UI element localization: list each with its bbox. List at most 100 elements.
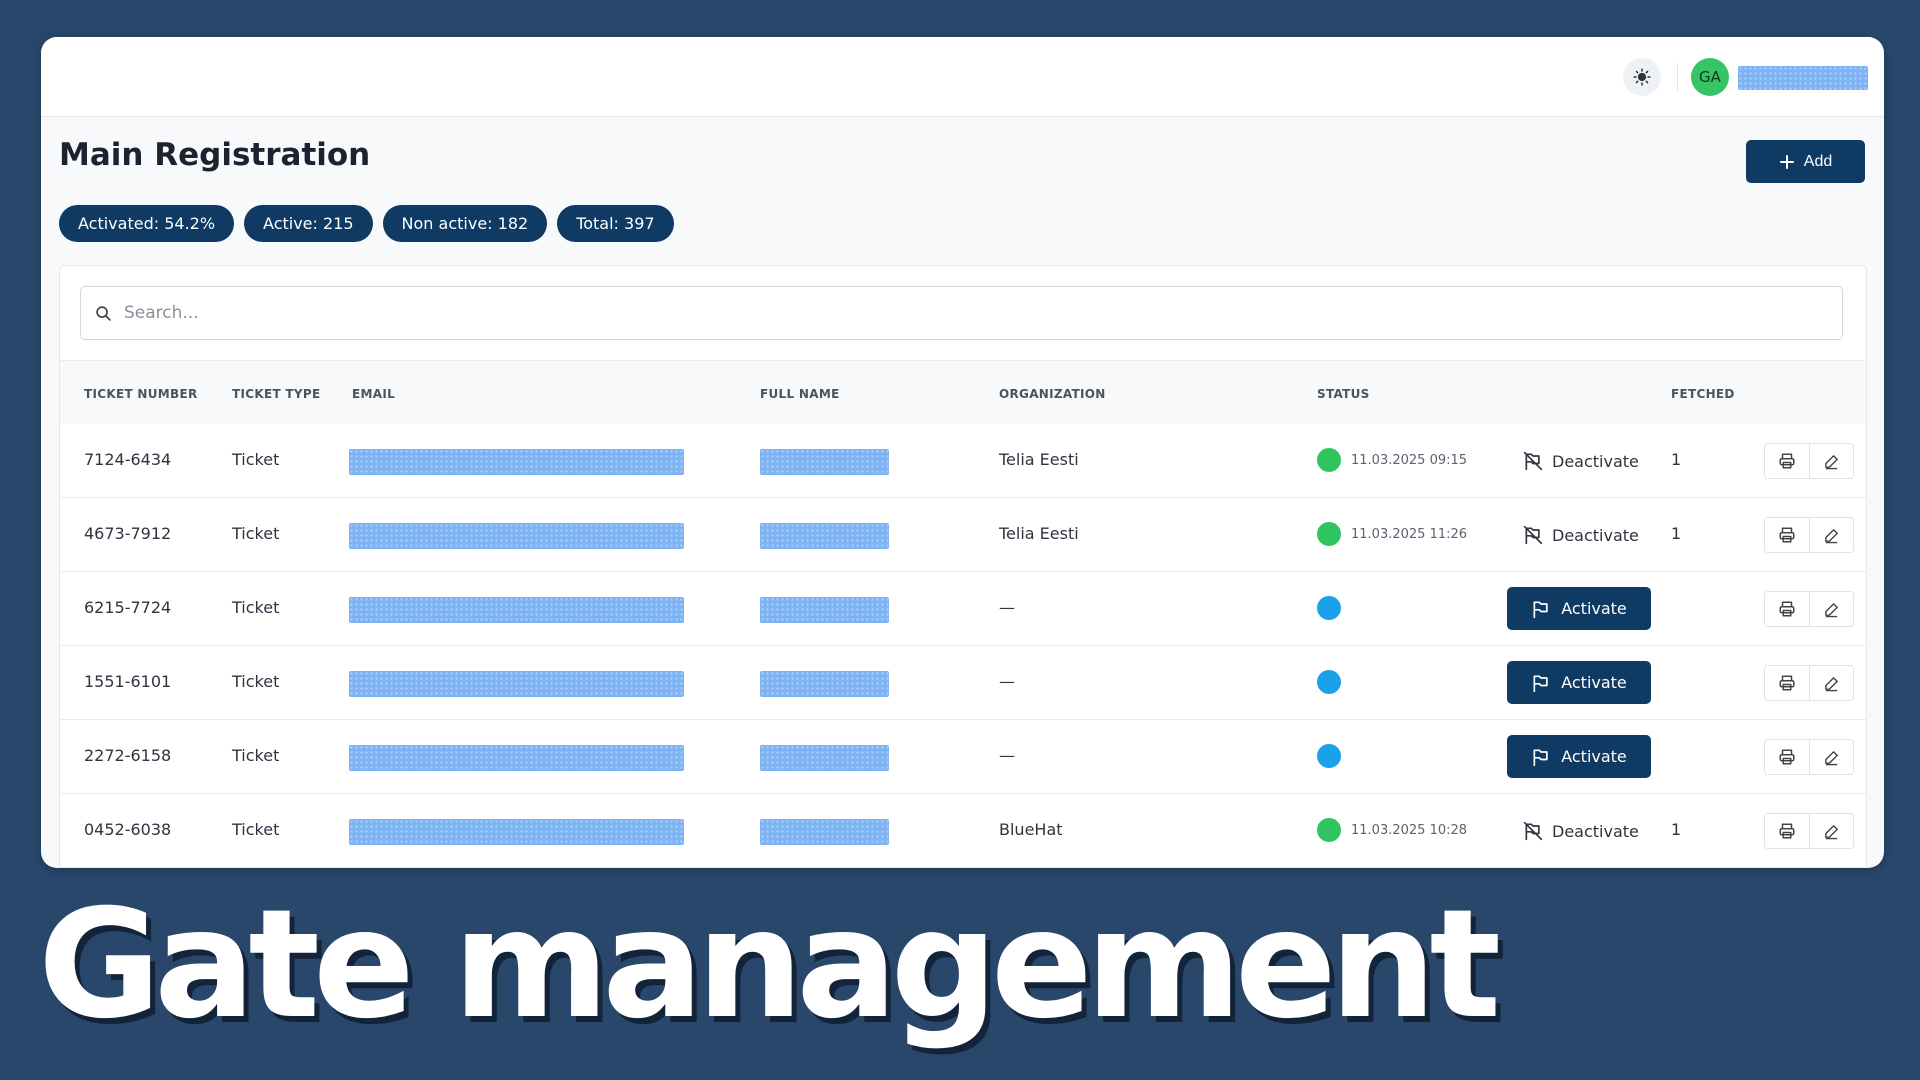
column-ticket-type[interactable]: TICKET TYPE <box>232 387 320 401</box>
print-button[interactable] <box>1765 814 1809 848</box>
edit-button[interactable] <box>1808 592 1853 626</box>
stats-bar: Activated: 54.2% Active: 215 Non active:… <box>59 205 674 242</box>
status-active-dot <box>1317 818 1341 842</box>
edit-button[interactable] <box>1808 740 1853 774</box>
printer-icon <box>1779 453 1795 469</box>
fetched-count: 1 <box>1671 524 1682 543</box>
email-redacted <box>349 523 684 549</box>
flag-off-icon <box>1523 525 1543 545</box>
column-status[interactable]: STATUS <box>1317 387 1370 401</box>
organization: Telia Eesti <box>999 450 1079 469</box>
row-actions <box>1764 591 1854 627</box>
deactivate-button[interactable]: Deactivate <box>1523 816 1639 846</box>
search-input[interactable] <box>122 302 1726 324</box>
top-bar: GA <box>41 37 1884 117</box>
column-ticket-number[interactable]: TICKET NUMBER <box>84 387 198 401</box>
edit-button[interactable] <box>1808 814 1853 848</box>
email-redacted <box>349 745 684 771</box>
edit-icon <box>1824 676 1838 691</box>
column-organization[interactable]: ORGANIZATION <box>999 387 1106 401</box>
caption-headline: Gate management <box>38 878 1501 1052</box>
column-fetched[interactable]: FETCHED <box>1671 387 1735 401</box>
print-button[interactable] <box>1765 666 1809 700</box>
organization: — <box>999 672 1015 691</box>
status-time: 11.03.2025 10:28 <box>1351 823 1468 838</box>
row-actions <box>1764 443 1854 479</box>
activate-label: Activate <box>1561 673 1627 692</box>
stat-total-badge: Total: 397 <box>557 205 674 242</box>
activate-button[interactable]: Activate <box>1507 735 1651 778</box>
print-button[interactable] <box>1765 444 1809 478</box>
email-redacted <box>349 819 684 845</box>
topbar-divider <box>1677 63 1678 91</box>
deactivate-label: Deactivate <box>1552 525 1639 545</box>
edit-button[interactable] <box>1808 444 1853 478</box>
stat-non-active-badge: Non active: 182 <box>382 205 548 242</box>
deactivate-button[interactable]: Deactivate <box>1523 446 1639 476</box>
edit-button[interactable] <box>1808 518 1853 552</box>
organization: Telia Eesti <box>999 524 1079 543</box>
full-name-redacted <box>760 819 889 845</box>
print-button[interactable] <box>1765 740 1809 774</box>
table-row: 1551-6101 Ticket — Activate <box>60 646 1866 720</box>
email-redacted <box>349 449 684 475</box>
email-redacted <box>349 597 684 623</box>
theme-toggle-button[interactable] <box>1623 58 1661 96</box>
ticket-type: Ticket <box>232 820 280 839</box>
status-time: 11.03.2025 09:15 <box>1351 453 1468 468</box>
status-active-dot <box>1317 522 1341 546</box>
edit-icon <box>1824 824 1838 839</box>
row-actions <box>1764 739 1854 775</box>
page-title: Main Registration <box>59 137 371 173</box>
deactivate-label: Deactivate <box>1552 821 1639 841</box>
row-actions <box>1764 517 1854 553</box>
edit-icon <box>1824 602 1838 617</box>
deactivate-button[interactable]: Deactivate <box>1523 520 1639 550</box>
column-email[interactable]: EMAIL <box>352 387 395 401</box>
user-name-redacted[interactable] <box>1738 66 1868 90</box>
print-button[interactable] <box>1765 592 1809 626</box>
fetched-count: 1 <box>1671 450 1682 469</box>
ticket-type: Ticket <box>232 598 280 617</box>
activate-label: Activate <box>1561 747 1627 766</box>
activate-button[interactable]: Activate <box>1507 661 1651 704</box>
column-full-name[interactable]: FULL NAME <box>760 387 840 401</box>
stat-active-badge: Active: 215 <box>244 205 373 242</box>
add-button[interactable]: Add <box>1746 140 1865 183</box>
fetched-count: 1 <box>1671 820 1682 839</box>
ticket-type: Ticket <box>232 450 280 469</box>
activate-button[interactable]: Activate <box>1507 587 1651 630</box>
ticket-number: 7124-6434 <box>84 450 172 469</box>
status-time: 11.03.2025 11:26 <box>1351 527 1468 542</box>
flag-off-icon <box>1523 821 1543 841</box>
app-window: GA Main Registration Add Activated: 54.2… <box>41 37 1884 868</box>
edit-icon <box>1824 750 1838 765</box>
printer-icon <box>1779 527 1795 543</box>
full-name-redacted <box>760 745 889 771</box>
ticket-type: Ticket <box>232 672 280 691</box>
print-button[interactable] <box>1765 518 1809 552</box>
stat-activated-badge: Activated: 54.2% <box>59 205 235 242</box>
ticket-type: Ticket <box>232 746 280 765</box>
ticket-number: 0452-6038 <box>84 820 172 839</box>
avatar[interactable]: GA <box>1691 58 1729 96</box>
add-button-label: Add <box>1803 152 1833 170</box>
edit-button[interactable] <box>1808 666 1853 700</box>
table-row: 7124-6434 Ticket Telia Eesti 11.03.2025 … <box>60 424 1866 498</box>
deactivate-label: Deactivate <box>1552 451 1639 471</box>
sun-icon <box>1633 68 1651 86</box>
full-name-redacted <box>760 523 889 549</box>
full-name-redacted <box>760 597 889 623</box>
row-actions <box>1764 813 1854 849</box>
printer-icon <box>1779 675 1795 691</box>
flag-off-icon <box>1523 451 1543 471</box>
status-inactive-dot <box>1317 744 1341 768</box>
printer-icon <box>1779 823 1795 839</box>
table-row: 0452-6038 Ticket BlueHat 11.03.2025 10:2… <box>60 794 1866 868</box>
row-actions <box>1764 665 1854 701</box>
registration-table-panel: TICKET NUMBER TICKET TYPE EMAIL FULL NAM… <box>59 265 1867 868</box>
ticket-number: 6215-7724 <box>84 598 172 617</box>
full-name-redacted <box>760 449 889 475</box>
status-inactive-dot <box>1317 670 1341 694</box>
search-box[interactable] <box>80 286 1843 340</box>
